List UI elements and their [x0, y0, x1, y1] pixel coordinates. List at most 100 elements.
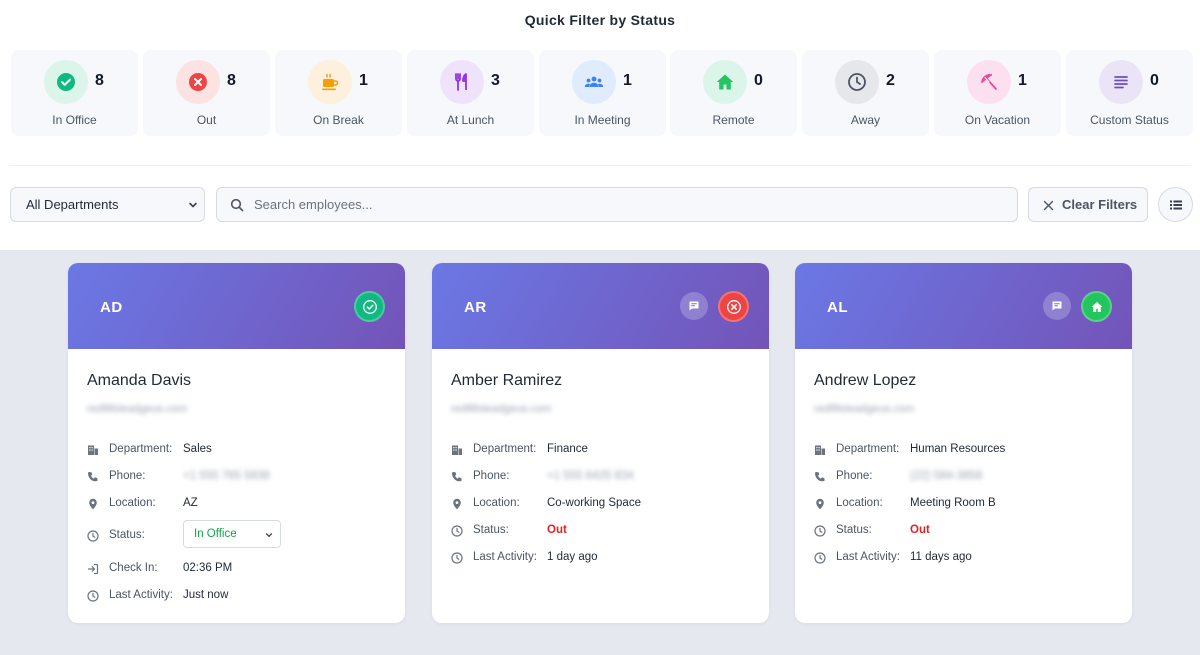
search-box[interactable] — [216, 187, 1018, 222]
stat-card-remote[interactable]: 0 Remote — [670, 50, 797, 136]
last-activity-value: Just now — [183, 589, 229, 601]
x-circle-icon — [176, 60, 220, 104]
phone-value: +1 555 6425 834 — [547, 470, 634, 482]
status-label: Status: — [109, 529, 145, 541]
stat-card-at-lunch[interactable]: 3 At Lunch — [407, 50, 534, 136]
stat-count: 3 — [491, 72, 500, 89]
last-activity-value: 1 day ago — [547, 551, 598, 563]
list-lines-icon — [1099, 60, 1143, 104]
stat-count: 0 — [754, 72, 763, 89]
employee-card-header: AR — [432, 263, 769, 349]
phone-icon — [452, 472, 462, 482]
stat-label: Out — [196, 113, 217, 127]
department-label: Department: — [109, 443, 173, 455]
location-value: Meeting Room B — [910, 497, 996, 509]
clock-icon — [814, 552, 826, 564]
department-select-value: All Departments — [26, 197, 119, 212]
home-icon[interactable] — [1081, 291, 1112, 322]
stat-card-on-break[interactable]: 1 On Break — [275, 50, 402, 136]
last-activity-value: 11 days ago — [910, 551, 972, 563]
message-button[interactable] — [680, 292, 708, 320]
department-label: Department: — [836, 443, 900, 455]
location-label: Location: — [109, 497, 156, 509]
employee-card[interactable]: AR Amber Ramirez redfillsleadgeus.com De… — [432, 263, 769, 623]
home-icon — [703, 60, 747, 104]
status-select[interactable]: In Office — [183, 520, 281, 548]
stat-card-in-office[interactable]: 8 In Office — [11, 50, 138, 136]
map-pin-icon — [453, 498, 461, 510]
avatar-initials: AR — [464, 299, 487, 316]
chevron-down-icon — [189, 202, 197, 208]
status-value: Out — [910, 524, 930, 536]
last-activity-label: Last Activity: — [836, 551, 900, 563]
check-circle-icon — [44, 60, 88, 104]
stat-card-out[interactable]: 8 Out — [143, 50, 270, 136]
phone-label: Phone: — [473, 470, 510, 482]
clock-icon — [87, 590, 99, 602]
clock-icon — [451, 552, 463, 564]
last-activity-label: Last Activity: — [473, 551, 537, 563]
stat-label: At Lunch — [446, 113, 495, 127]
stat-count: 8 — [95, 72, 104, 89]
message-icon — [1052, 301, 1062, 311]
building-icon — [88, 445, 98, 455]
stat-count: 0 — [1150, 72, 1159, 89]
stat-label: Away — [850, 113, 881, 127]
employee-card[interactable]: AD Amanda Davis redfillsleadgeus.com Dep… — [68, 263, 405, 623]
utensils-icon — [440, 60, 484, 104]
employee-email: redfillsleadgeus.com — [451, 403, 552, 415]
stat-card-in-meeting[interactable]: 1 In Meeting — [539, 50, 666, 136]
stat-card-custom-status[interactable]: 0 Custom Status — [1066, 50, 1193, 136]
building-icon — [452, 445, 462, 455]
avatar-initials: AL — [827, 299, 848, 316]
stat-label: In Meeting — [574, 113, 631, 127]
chevron-down-icon — [265, 533, 273, 538]
x-circle-icon[interactable] — [718, 291, 749, 322]
list-view-icon — [1169, 200, 1182, 209]
stat-label: Remote — [712, 113, 755, 127]
check-in-label: Check In: — [109, 562, 158, 574]
status-select-value: In Office — [194, 528, 237, 540]
clear-filters-label: Clear Filters — [1062, 197, 1138, 212]
location-value: AZ — [183, 497, 198, 509]
search-input[interactable] — [254, 188, 1004, 221]
phone-icon — [88, 472, 98, 482]
stat-card-on-vacation[interactable]: 1 On Vacation — [934, 50, 1061, 136]
employee-card-header: AD — [68, 263, 405, 349]
list-view-button[interactable] — [1158, 187, 1193, 222]
department-value: Sales — [183, 443, 212, 455]
phone-value: +1 555 765 5838 — [183, 470, 270, 482]
map-pin-icon — [89, 498, 97, 510]
umbrella-icon — [967, 60, 1011, 104]
stat-count: 1 — [623, 72, 632, 89]
search-icon — [230, 198, 244, 212]
close-icon — [1043, 200, 1054, 211]
last-activity-label: Last Activity: — [109, 589, 173, 601]
stat-card-away[interactable]: 2 Away — [802, 50, 929, 136]
stat-count: 1 — [1018, 72, 1027, 89]
users-icon — [572, 60, 616, 104]
stat-count: 1 — [359, 72, 368, 89]
stat-count: 2 — [886, 72, 895, 89]
employee-card[interactable]: AL Andrew Lopez redfillsleadgeus.com Dep… — [795, 263, 1132, 623]
stat-label: On Break — [313, 113, 364, 127]
check-in-value: 02:36 PM — [183, 562, 233, 574]
clock-icon — [835, 60, 879, 104]
message-button[interactable] — [1043, 292, 1071, 320]
employee-email: redfillsleadgeus.com — [87, 403, 188, 415]
phone-value: (22) 584-3858 — [910, 470, 983, 482]
clear-filters-button[interactable]: Clear Filters — [1028, 187, 1148, 222]
employee-card-header: AL — [795, 263, 1132, 349]
employee-name: Amanda Davis — [87, 372, 192, 389]
quick-filter-panel: Quick Filter by Status 8 In Office 8 Out… — [0, 0, 1200, 250]
employee-name: Amber Ramirez — [451, 372, 563, 389]
stat-label: In Office — [52, 113, 97, 127]
phone-label: Phone: — [836, 470, 873, 482]
message-icon — [689, 301, 699, 311]
check-circle-icon[interactable] — [354, 291, 385, 322]
clock-icon — [87, 530, 99, 542]
department-select[interactable]: All Departments — [10, 187, 205, 222]
sign-in-icon — [87, 563, 99, 575]
avatar-initials: AD — [100, 299, 123, 316]
status-label: Status: — [473, 524, 509, 536]
